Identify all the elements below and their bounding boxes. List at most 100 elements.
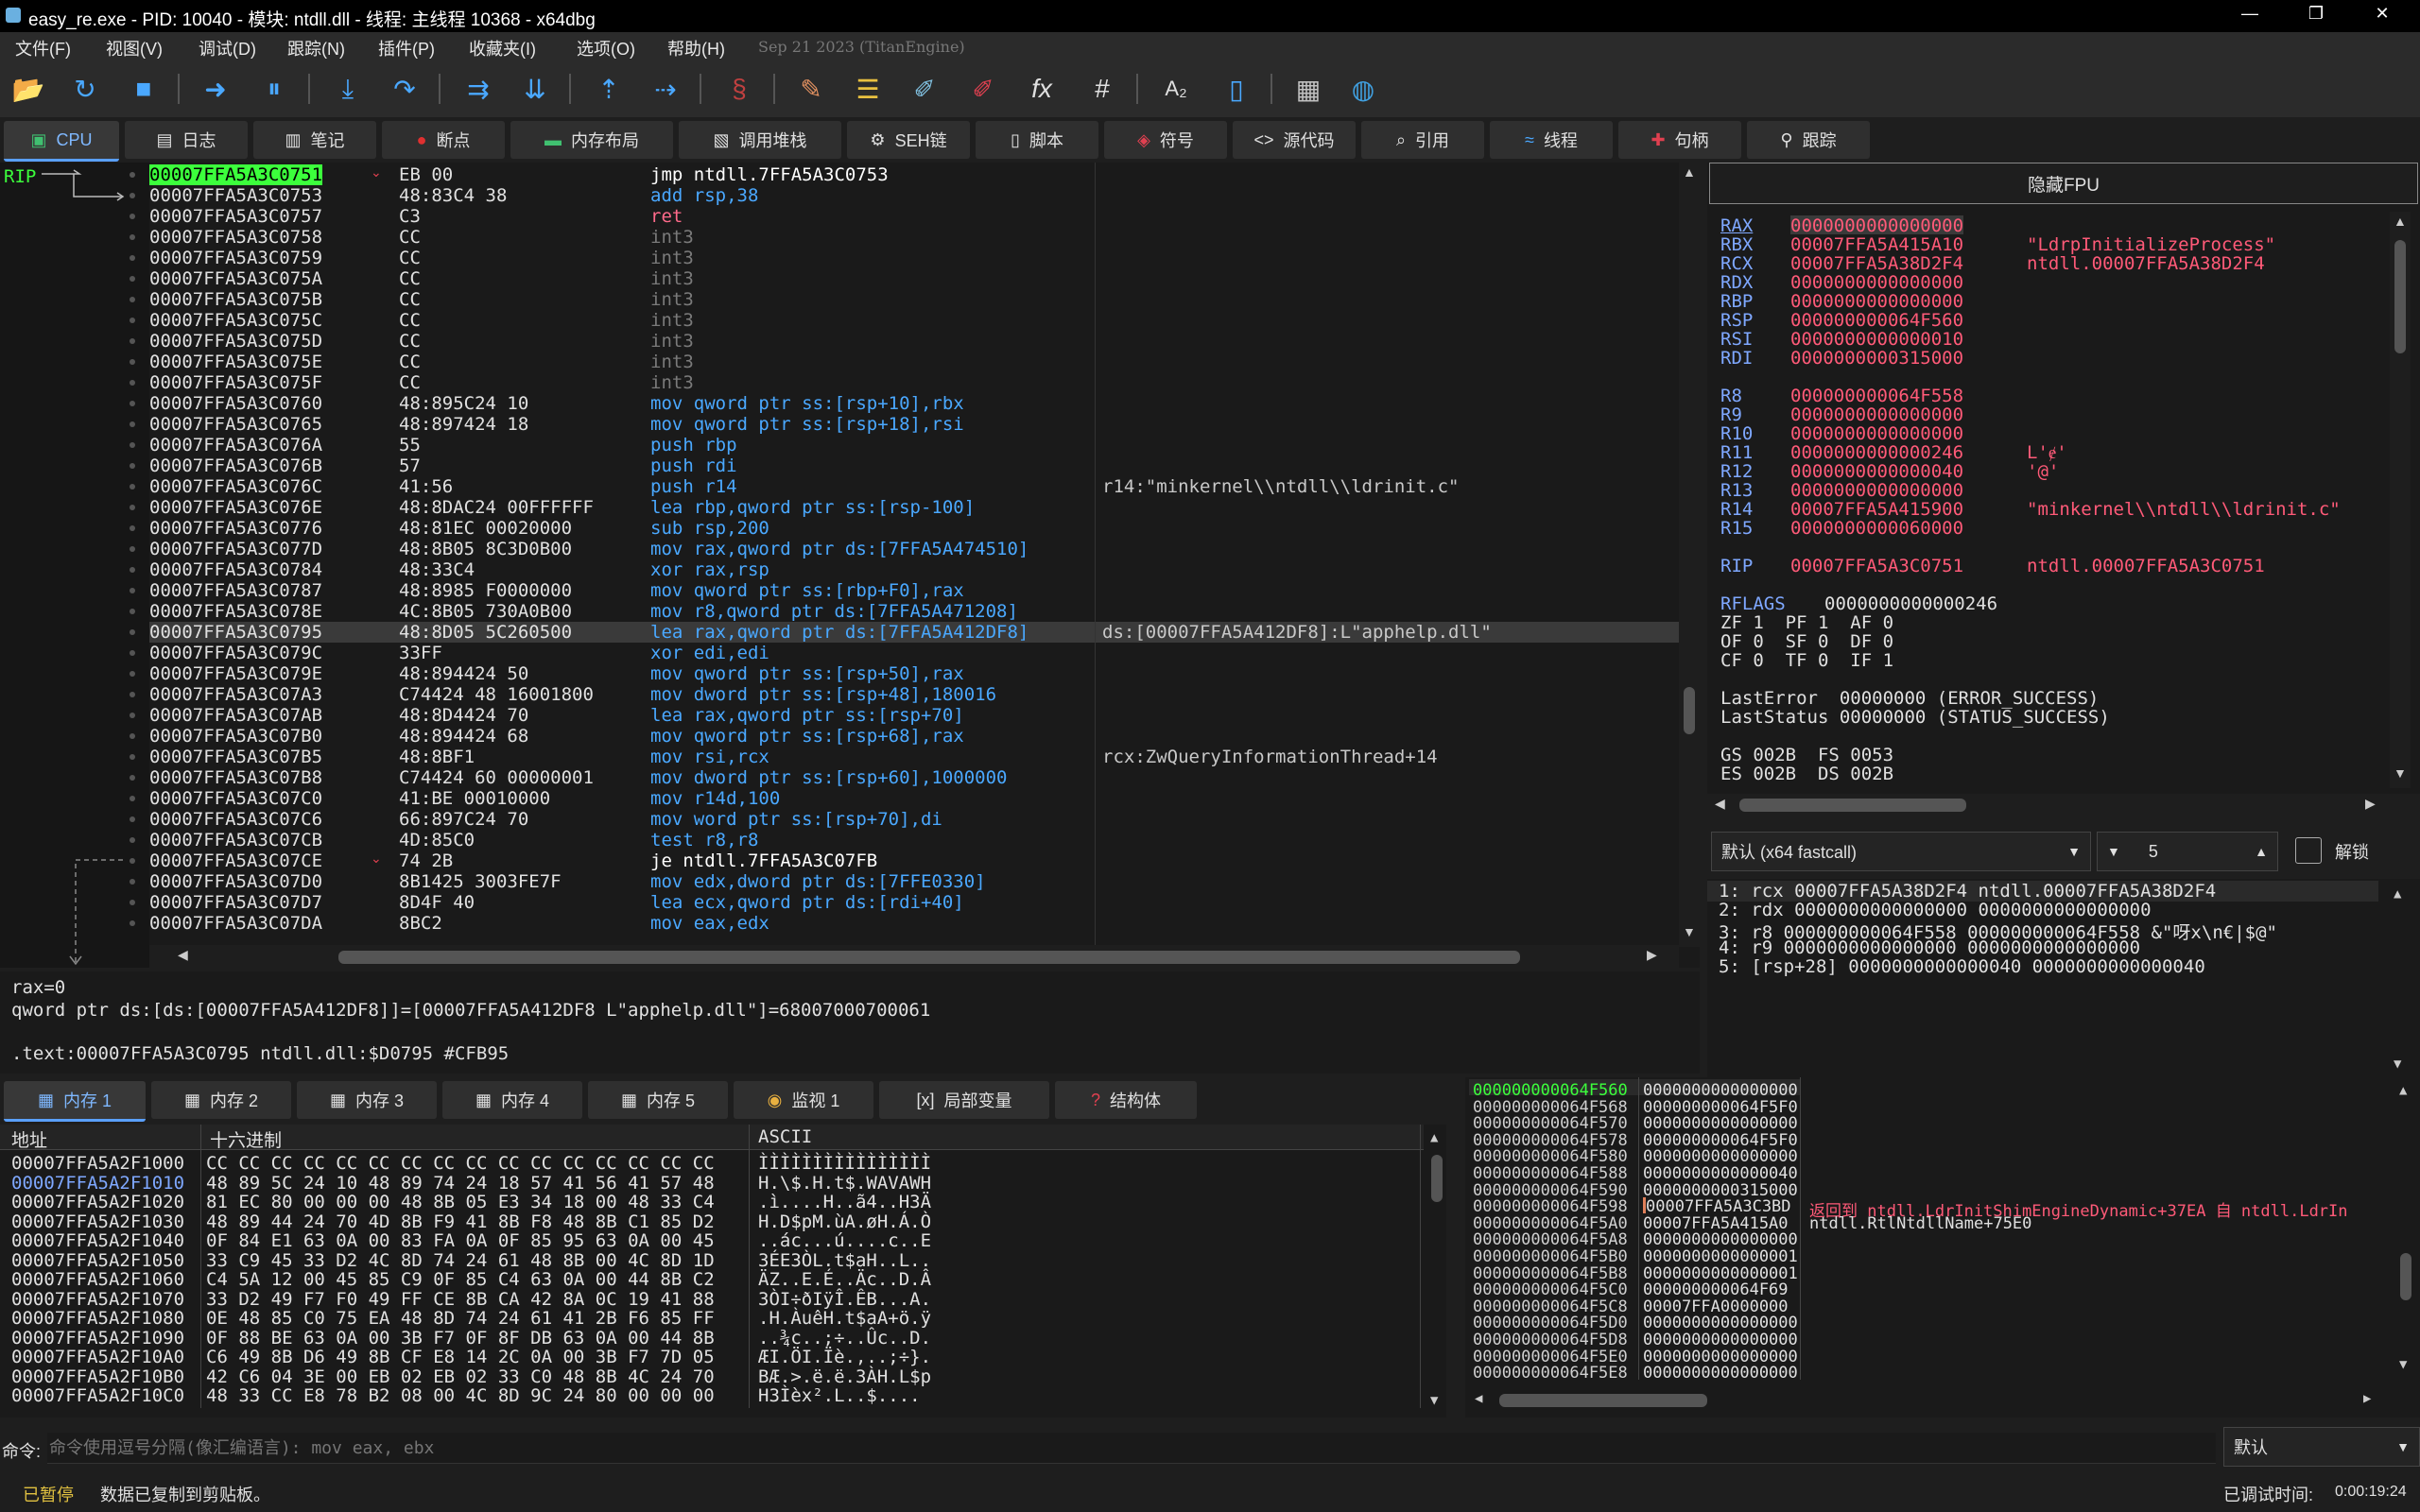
tab-memory-map[interactable]: ▬ 内存布局 xyxy=(510,121,673,159)
hash-icon[interactable]: # xyxy=(1085,72,1119,106)
tab-cpu[interactable]: ▣ CPU xyxy=(4,121,119,162)
disasm-row[interactable]: 00007FFA5A3C07B5 48:8BF1 mov rsi,rcx rcx:Zw… xyxy=(149,747,1681,767)
menu-view[interactable]: 视图(V) xyxy=(106,36,163,60)
close-button[interactable]: ✕ xyxy=(2363,4,2401,28)
tab-trace[interactable]: ⚲ 跟踪 xyxy=(1747,121,1870,159)
font-icon[interactable]: A₂ xyxy=(1159,72,1193,106)
arguments-vscroll[interactable]: ▲ ▼ xyxy=(2390,886,2411,1075)
stack-address[interactable]: 000000000064F568 xyxy=(1473,1098,1628,1117)
disasm-row[interactable]: 00007FFA5A3C079E 48:894424 50 mov qword pt… xyxy=(149,663,1681,684)
pause-icon[interactable]: ⏸ xyxy=(257,72,291,106)
call-convention-select[interactable]: 默认 (x64 fastcall) ▼ xyxy=(1711,832,2091,871)
disasm-row[interactable]: 00007FFA5A3C07DA 8BC2 mov eax,edx xyxy=(149,913,1681,934)
globe-icon[interactable]: ◍ xyxy=(1346,72,1380,106)
stack-value[interactable]: 00007FFA5A3C3BD xyxy=(1643,1197,1791,1216)
dump-row[interactable]: 00007FFA5A2F1090 0F 88 BE 63 0A 00 3B F7 … xyxy=(11,1328,931,1349)
breakpoint-dot[interactable] xyxy=(130,380,135,386)
tab-handles[interactable]: ✚ 句柄 xyxy=(1618,121,1741,159)
disasm-row[interactable]: 00007FFA5A3C0758 CC int3 xyxy=(149,227,1681,248)
menu-trace[interactable]: 跟踪(N) xyxy=(287,36,345,60)
dump-row[interactable]: 00007FFA5A2F1010 48 89 5C 24 10 48 89 74 … xyxy=(11,1173,931,1194)
stack-address[interactable]: 000000000064F5D0 xyxy=(1473,1314,1628,1332)
run-to-user-code-icon[interactable]: ⇢ xyxy=(648,72,683,106)
tab-notes[interactable]: ▥ 笔记 xyxy=(253,121,376,159)
run-icon[interactable]: ➜ xyxy=(199,72,233,106)
arg-count-spinner[interactable]: ▼ 5 ▲ xyxy=(2097,832,2278,871)
stack-value[interactable]: 0000000000000000 xyxy=(1643,1348,1798,1366)
dump-row[interactable]: 00007FFA5A2F10B0 42 C6 04 3E 00 EB 02 EB … xyxy=(11,1366,931,1387)
disasm-row[interactable]: 00007FFA5A3C07D7 8D4F 40 lea ecx,qword ptr… xyxy=(149,892,1681,913)
stack-hscroll[interactable]: ◀ ▶ xyxy=(1465,1389,2392,1412)
breakpoint-dot[interactable] xyxy=(130,650,135,656)
trace-into-icon[interactable]: ⇉ xyxy=(461,72,495,106)
stack-address[interactable]: 000000000064F5D8 xyxy=(1473,1331,1628,1349)
registers-hscroll[interactable]: ◀ ▶ xyxy=(1711,794,2388,815)
dump-row[interactable]: 00007FFA5A2F1020 81 EC 80 00 00 00 48 8B … xyxy=(11,1192,931,1212)
stack-value[interactable]: 000000000064F5F0 xyxy=(1643,1098,1798,1117)
disasm-row[interactable]: 00007FFA5A3C0757 C3 ret xyxy=(149,206,1681,227)
register-value[interactable]: 0000000000000000 xyxy=(1790,272,1963,293)
stack-address[interactable]: 000000000064F590 xyxy=(1473,1181,1628,1200)
breakpoint-dot[interactable] xyxy=(130,463,135,469)
dump-vscroll[interactable]: ▲ ▼ xyxy=(1427,1126,1446,1410)
register-value[interactable]: 0000000000000000 xyxy=(1790,215,1964,236)
disasm-row[interactable]: 00007FFA5A3C076E 48:8DAC24 00FFFFFF lea rb… xyxy=(149,497,1681,518)
comment-icon[interactable]: ☰ xyxy=(851,72,885,106)
column-header-address[interactable]: 地址 xyxy=(11,1126,47,1152)
tab-log[interactable]: ▤ 日志 xyxy=(125,121,248,159)
tab-seh[interactable]: ⚙ SEH链 xyxy=(847,121,970,159)
stack-value[interactable]: 0000000000000000 xyxy=(1643,1081,1798,1100)
tab-locals[interactable]: [x] 局部变量 xyxy=(879,1081,1049,1119)
breakpoint-dot[interactable] xyxy=(130,733,135,739)
stack-address[interactable]: 000000000064F5A0 xyxy=(1473,1214,1628,1233)
stack-value[interactable]: 0000000000000040 xyxy=(1643,1164,1798,1183)
stack-value[interactable]: 0000000000000001 xyxy=(1643,1264,1798,1283)
stack-view[interactable]: ◀ ▶ ▲ ▼ 000000000064F560 0000000000000000… xyxy=(1465,1077,2420,1418)
tab-threads[interactable]: ≈ 线程 xyxy=(1490,121,1613,159)
breakpoint-dot[interactable] xyxy=(130,713,135,718)
hide-fpu-button[interactable]: 隐藏FPU xyxy=(1709,163,2418,204)
tab-symbols[interactable]: ◈ 符号 xyxy=(1104,121,1227,159)
menu-debug[interactable]: 调试(D) xyxy=(199,36,256,60)
disasm-row[interactable]: 00007FFA5A3C0753 48:83C4 38 add rsp,38 xyxy=(149,185,1681,206)
breakpoint-dot[interactable] xyxy=(130,442,135,448)
dump-row[interactable]: 00007FFA5A2F1050 33 C9 45 33 D2 4C 8D 74 … xyxy=(11,1250,931,1271)
stack-address[interactable]: 000000000064F588 xyxy=(1473,1164,1628,1183)
stack-value[interactable]: 0000000000315000 xyxy=(1643,1181,1798,1200)
register-value[interactable]: 000000000064F560 xyxy=(1790,310,1963,331)
column-header-ascii[interactable]: ASCII xyxy=(758,1126,812,1147)
breakpoint-dot[interactable] xyxy=(130,920,135,926)
breakpoint-dot[interactable] xyxy=(130,588,135,593)
disassembly-vscroll[interactable]: ▲ ▼ xyxy=(1679,163,1700,947)
breakpoint-dot[interactable] xyxy=(130,234,135,240)
tab-call-stack[interactable]: ▧ 调用堆栈 xyxy=(679,121,841,159)
breakpoint-dot[interactable] xyxy=(130,900,135,905)
tab-dump-2[interactable]: ▦ 内存 2 xyxy=(151,1081,291,1119)
breakpoint-dot[interactable] xyxy=(130,505,135,510)
register-value[interactable]: 0000000000000000 xyxy=(1790,423,1963,444)
register-value[interactable]: 00007FFA5A415900 xyxy=(1790,499,1963,520)
stack-address[interactable]: 000000000064F570 xyxy=(1473,1114,1628,1133)
tab-source[interactable]: <> 源代码 xyxy=(1233,121,1356,159)
disasm-row[interactable]: 00007FFA5A3C07C0 41:BE 00010000 mov r14d,1… xyxy=(149,788,1681,809)
breakpoint-dot[interactable] xyxy=(130,692,135,697)
register-value[interactable]: 0000000000000000 xyxy=(1790,404,1963,425)
stack-value[interactable]: 00007FFA0000000 xyxy=(1643,1297,1789,1316)
tab-dump-1[interactable]: ▦ 内存 1 xyxy=(4,1081,146,1122)
disasm-row[interactable]: 00007FFA5A3C07B0 48:894424 68 mov qword pt… xyxy=(149,726,1681,747)
disasm-row[interactable]: 00007FFA5A3C0795 48:8D05 5C260500 lea rax,… xyxy=(149,622,1681,643)
breakpoint-dot[interactable] xyxy=(130,837,135,843)
stack-value[interactable]: 0000000000000000 xyxy=(1643,1230,1798,1249)
tab-struct[interactable]: ? 结构体 xyxy=(1055,1081,1197,1119)
breakpoint-dot[interactable] xyxy=(130,858,135,864)
breakpoint-dot[interactable] xyxy=(130,338,135,344)
maximize-button[interactable]: ❐ xyxy=(2297,4,2335,28)
stack-value[interactable]: 0000000000000001 xyxy=(1643,1247,1798,1266)
disasm-row[interactable]: 00007FFA5A3C07AB 48:8D4424 70 lea rax,qwor… xyxy=(149,705,1681,726)
disasm-row[interactable]: 00007FFA5A3C0759 CC int3 xyxy=(149,248,1681,268)
breakpoint-dot[interactable] xyxy=(130,484,135,490)
disasm-row[interactable]: 00007FFA5A3C07C6 66:897C24 70 mov word ptr… xyxy=(149,809,1681,830)
disasm-row[interactable]: 00007FFA5A3C076B 57 push rdi xyxy=(149,455,1681,476)
device-icon[interactable]: ▯ xyxy=(1219,72,1253,106)
breakpoint-dot[interactable] xyxy=(130,816,135,822)
